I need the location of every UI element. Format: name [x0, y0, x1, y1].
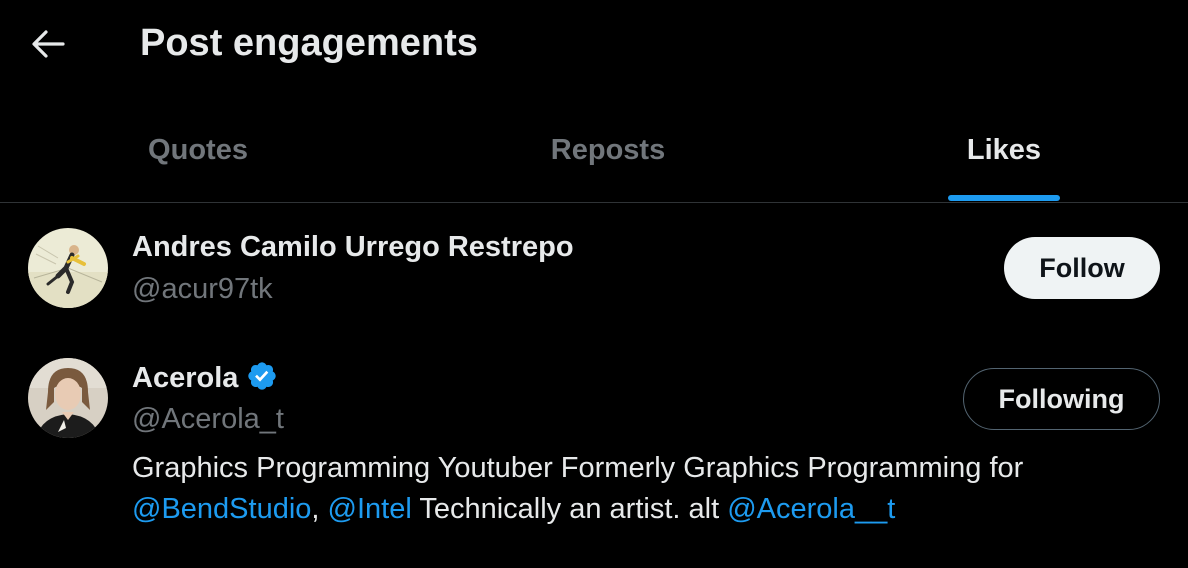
follow-button[interactable]: Follow [1004, 237, 1160, 299]
mention-link[interactable]: @BendStudio [132, 493, 311, 525]
arrow-left-icon [32, 30, 65, 58]
user-handle[interactable]: @Acerola_t [132, 401, 284, 437]
avatar[interactable] [28, 228, 108, 308]
user-name[interactable]: Acerola [132, 360, 278, 396]
bio-text: Technically an artist. alt [419, 493, 720, 525]
user-bio: Graphics Programming Youtuber Formerly G… [132, 448, 1152, 530]
avatar-portrait-icon [28, 358, 108, 438]
page-title: Post engagements [140, 22, 478, 64]
tab-quotes[interactable]: Quotes [0, 98, 396, 202]
avatar[interactable] [28, 358, 108, 438]
mention-link[interactable]: @Acerola__t [727, 493, 895, 525]
header: Post engagements [0, 0, 1188, 90]
tab-label: Reposts [550, 133, 666, 166]
tab-label: Likes [966, 133, 1042, 166]
user-list-item[interactable]: Andres Camilo Urrego Restrepo @acur97tk … [0, 204, 1188, 326]
user-name[interactable]: Andres Camilo Urrego Restrepo [132, 229, 574, 265]
bio-text: Graphics Programming Youtuber Formerly G… [132, 452, 1024, 484]
following-button[interactable]: Following [963, 368, 1160, 430]
avatar-figure-icon [28, 228, 108, 308]
back-button[interactable] [22, 22, 74, 66]
tab-label: Quotes [148, 133, 248, 166]
tab-likes[interactable]: Likes [820, 98, 1188, 202]
tab-bar: Quotes Reposts Likes [0, 98, 1188, 203]
tab-reposts[interactable]: Reposts [413, 98, 803, 202]
mention-link[interactable]: @Intel [328, 493, 412, 525]
user-name-text[interactable]: Acerola [132, 362, 238, 394]
bio-text: , [311, 493, 320, 525]
user-list-item[interactable]: Acerola @Acerola_t Following Graphics Pr… [0, 336, 1188, 568]
verified-badge-icon [248, 362, 277, 390]
user-handle[interactable]: @acur97tk [132, 271, 273, 307]
active-tab-indicator [948, 195, 1060, 201]
